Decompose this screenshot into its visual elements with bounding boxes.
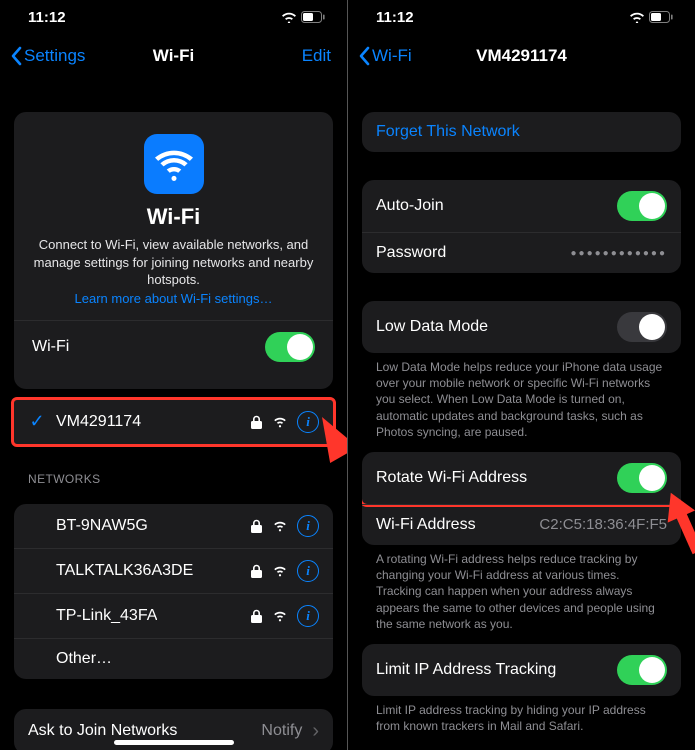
address-group: Rotate Wi-Fi Address Wi-Fi Address C2:C5… [362,452,681,545]
network-name: VM4291174 [56,413,141,431]
wifi-toggle-label: Wi-Fi [32,338,69,356]
info-icon[interactable]: i [297,515,319,537]
ipv4-header: IPV4 Address [362,734,681,750]
ask-value: Notify [261,722,302,740]
other-network-row[interactable]: Other… [14,638,333,679]
lowdata-group: Low Data Mode [362,301,681,353]
network-name: TP-Link_43FA [56,607,157,625]
wifi-app-icon [144,134,204,194]
hero-card: Wi-Fi Connect to Wi-Fi, view available n… [14,112,333,389]
rotate-note: A rotating Wi-Fi address helps reduce tr… [362,545,681,632]
hero-title: Wi-Fi [32,204,315,230]
status-bar: 11:12 [0,0,347,34]
hero-desc: Connect to Wi-Fi, view available network… [32,236,315,289]
checkmark-icon: ✓ [28,411,46,432]
network-name: TALKTALK36A3DE [56,562,193,580]
networks-list: BT-9NAW5G i TALKTALK36A3DE i TP-Link_43F… [14,504,333,679]
lowdata-toggle[interactable] [617,312,667,342]
connected-network-row[interactable]: ✓ VM4291174 i [11,397,336,447]
info-icon[interactable]: i [297,560,319,582]
limit-tracking-group: Limit IP Address Tracking [362,644,681,696]
limit-note: Limit IP address tracking by hiding your… [362,696,681,734]
back-label: Settings [24,46,85,66]
info-icon[interactable]: i [297,605,319,627]
password-row[interactable]: Password ●●●●●●●●●●●● [362,232,681,273]
wifi-address-label: Wi-Fi Address [376,516,476,534]
forget-label: Forget This Network [376,123,520,141]
status-icons [281,11,325,23]
limit-tracking-row: Limit IP Address Tracking [362,644,681,696]
wifi-toggle[interactable] [265,332,315,362]
status-icons [629,11,673,23]
lowdata-note: Low Data Mode helps reduce your iPhone d… [362,353,681,440]
rotate-label: Rotate Wi-Fi Address [376,469,527,487]
autojoin-label: Auto-Join [376,197,444,215]
edit-button[interactable]: Edit [302,46,337,66]
autojoin-row: Auto-Join [362,180,681,232]
screen-wifi-list: 11:12 Settings Wi-Fi Edit Wi-Fi Connect … [0,0,347,750]
lock-icon [249,415,263,429]
chevron-left-icon [10,46,22,66]
back-label: Wi-Fi [372,46,412,66]
lowdata-row: Low Data Mode [362,301,681,353]
wifi-strength-icon [273,519,287,533]
screen-network-detail: 11:12 Wi-Fi VM4291174 Forget This Networ… [348,0,695,750]
wifi-strength-icon [273,609,287,623]
chevron-left-icon [358,46,370,66]
network-row[interactable]: BT-9NAW5G i [14,504,333,548]
back-button[interactable]: Settings [10,46,85,66]
nav-bar: Wi-Fi VM4291174 [348,34,695,78]
lowdata-label: Low Data Mode [376,318,488,336]
limit-label: Limit IP Address Tracking [376,661,556,679]
networks-header: Networks [14,444,333,492]
hero-learn-more-link[interactable]: Learn more about Wi-Fi settings… [32,291,315,306]
status-time: 11:12 [376,9,414,26]
status-time: 11:12 [28,9,66,26]
wifi-address-value: C2:C5:18:36:4F:F5 [539,516,667,533]
chevron-right-icon: › [312,720,319,743]
wifi-strength-icon [273,564,287,578]
forget-network-row[interactable]: Forget This Network [362,112,681,152]
autojoin-toggle[interactable] [617,191,667,221]
other-label: Other… [56,650,112,668]
network-name: BT-9NAW5G [56,517,148,535]
battery-icon [649,11,673,23]
wifi-address-row: Wi-Fi Address C2:C5:18:36:4F:F5 [362,504,681,545]
lock-icon [249,564,263,578]
back-button[interactable]: Wi-Fi [358,46,412,66]
password-dots: ●●●●●●●●●●●● [571,248,667,259]
wifi-strength-icon [273,415,287,429]
limit-toggle[interactable] [617,655,667,685]
connection-settings: Auto-Join Password ●●●●●●●●●●●● [362,180,681,273]
battery-icon [301,11,325,23]
lock-icon [249,609,263,623]
home-indicator[interactable] [114,740,234,745]
password-label: Password [376,244,446,262]
ask-label: Ask to Join Networks [28,722,177,740]
network-row[interactable]: TP-Link_43FA i [14,593,333,638]
rotate-toggle[interactable] [617,463,667,493]
nav-bar: Settings Wi-Fi Edit [0,34,347,78]
wifi-icon [629,11,645,23]
lock-icon [249,519,263,533]
wifi-icon [281,11,297,23]
status-bar: 11:12 [348,0,695,34]
network-row[interactable]: TALKTALK36A3DE i [14,548,333,593]
rotate-address-row: Rotate Wi-Fi Address [362,452,681,507]
